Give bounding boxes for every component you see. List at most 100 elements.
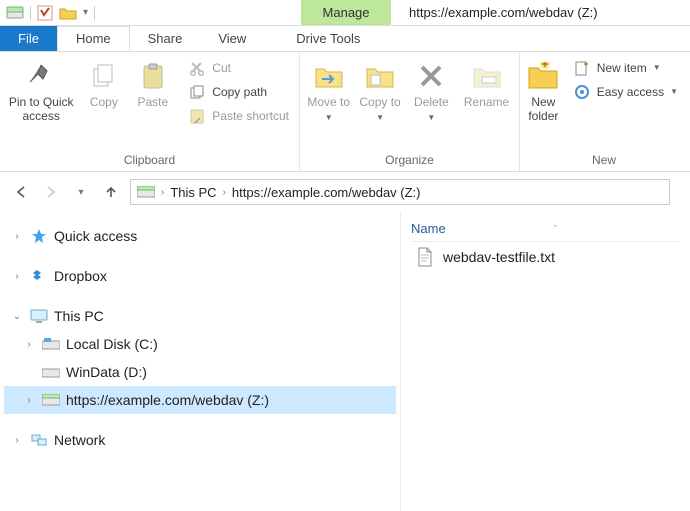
group-label-new: New xyxy=(526,151,682,171)
chevron-right-icon[interactable]: › xyxy=(22,393,36,407)
drive-icon xyxy=(6,6,24,20)
crumb-current[interactable]: https://example.com/webdav (Z:) xyxy=(232,185,421,200)
tree-dropbox[interactable]: › Dropbox xyxy=(4,262,396,290)
copy-icon xyxy=(88,60,120,92)
tree-label: Quick access xyxy=(54,228,137,244)
tree-network[interactable]: › Network xyxy=(4,426,396,454)
contextual-tab-manage[interactable]: Manage xyxy=(301,0,391,25)
new-folder-button[interactable]: New folder xyxy=(526,56,561,126)
rename-button[interactable]: Rename xyxy=(460,56,513,112)
new-folder-label: New folder xyxy=(526,96,561,124)
network-drive-icon xyxy=(42,391,60,409)
chevron-right-icon[interactable]: › xyxy=(10,269,24,283)
qat-properties-icon[interactable] xyxy=(37,5,53,21)
paste-button[interactable]: Paste xyxy=(131,56,174,112)
tab-home[interactable]: Home xyxy=(57,26,130,51)
disk-icon xyxy=(42,335,60,353)
tree-local-disk[interactable]: › Local Disk (C:) xyxy=(4,330,396,358)
pc-icon xyxy=(30,307,48,325)
qat-folder-icon[interactable] xyxy=(59,6,77,20)
pin-to-quick-access-button[interactable]: Pin to Quick access xyxy=(6,56,76,126)
column-header-name[interactable]: Name ˆ xyxy=(411,216,680,242)
tree-label: This PC xyxy=(54,308,104,324)
ribbon-group-clipboard: Pin to Quick access Copy Paste xyxy=(0,52,300,171)
easy-access-label: Easy access xyxy=(597,85,664,99)
qat-separator xyxy=(94,6,95,20)
move-to-label: Move to xyxy=(307,95,350,109)
chevron-down-icon[interactable]: ⌄ xyxy=(10,309,24,323)
chevron-right-icon[interactable]: › xyxy=(10,433,24,447)
disk-icon xyxy=(42,363,60,381)
copy-path-button[interactable]: Copy path xyxy=(184,82,293,102)
move-to-button[interactable]: Move to ▼ xyxy=(306,56,351,126)
pin-label: Pin to Quick access xyxy=(6,96,76,124)
qat-separator xyxy=(30,6,31,20)
paste-shortcut-label: Paste shortcut xyxy=(212,109,289,123)
cut-button[interactable]: Cut xyxy=(184,58,293,78)
tree-label: Local Disk (C:) xyxy=(66,336,158,352)
text-file-icon xyxy=(417,247,433,267)
sort-indicator-icon: ˆ xyxy=(554,224,557,234)
tab-file[interactable]: File xyxy=(0,26,57,51)
tree-webdav-drive[interactable]: › https://example.com/webdav (Z:) xyxy=(4,386,396,414)
ribbon-tabstrip: File Home Share View Drive Tools xyxy=(0,26,690,52)
pin-icon xyxy=(25,60,57,92)
ribbon-group-new: New folder New item ▼ Easy access ▼ xyxy=(520,52,688,171)
drive-icon xyxy=(137,186,155,198)
crumb-this-pc[interactable]: This PC xyxy=(170,185,216,200)
file-row[interactable]: webdav-testfile.txt xyxy=(411,242,680,272)
network-icon xyxy=(30,431,48,449)
move-to-icon xyxy=(313,60,345,92)
copy-to-button[interactable]: Copy to ▼ xyxy=(357,56,402,126)
copy-to-icon xyxy=(364,60,396,92)
breadcrumb[interactable]: › This PC › https://example.com/webdav (… xyxy=(130,179,670,205)
tree-quick-access[interactable]: › Quick access xyxy=(4,222,396,250)
tree-windata[interactable]: WinData (D:) xyxy=(4,358,396,386)
tab-drive-tools[interactable]: Drive Tools xyxy=(278,26,378,51)
delete-icon xyxy=(415,60,447,92)
new-item-icon xyxy=(573,59,591,77)
tree-label: https://example.com/webdav (Z:) xyxy=(66,392,269,408)
copy-button[interactable]: Copy xyxy=(82,56,125,112)
paste-icon xyxy=(137,60,169,92)
nav-recent-button[interactable]: ▾ xyxy=(70,181,92,203)
easy-access-button[interactable]: Easy access ▼ xyxy=(569,82,682,102)
nav-forward-button[interactable] xyxy=(40,181,62,203)
address-bar: ▾ › This PC › https://example.com/webdav… xyxy=(0,172,690,212)
title-spacer xyxy=(101,0,301,25)
tree-this-pc[interactable]: ⌄ This PC xyxy=(4,302,396,330)
nav-back-button[interactable] xyxy=(10,181,32,203)
nav-up-button[interactable] xyxy=(100,181,122,203)
quick-access-toolbar: ▾ xyxy=(0,0,101,25)
main-area: › Quick access › Dropbox ⌄ This PC › Loc… xyxy=(0,212,690,511)
twisty-empty xyxy=(22,365,36,379)
dropbox-icon xyxy=(30,267,48,285)
chevron-right-icon[interactable]: › xyxy=(223,187,226,198)
new-folder-icon xyxy=(527,60,559,92)
easy-access-icon xyxy=(573,83,591,101)
paste-label: Paste xyxy=(137,96,168,110)
chevron-right-icon[interactable]: › xyxy=(22,337,36,351)
delete-button[interactable]: Delete▼ xyxy=(409,56,454,126)
tree-label: Dropbox xyxy=(54,268,107,284)
chevron-down-icon: ▼ xyxy=(670,87,678,96)
chevron-right-icon[interactable]: › xyxy=(161,187,164,198)
chevron-right-icon[interactable]: › xyxy=(10,229,24,243)
file-name: webdav-testfile.txt xyxy=(443,249,555,265)
qat-dropdown-icon[interactable]: ▾ xyxy=(83,7,88,18)
tab-view[interactable]: View xyxy=(200,26,264,51)
tree-label: WinData (D:) xyxy=(66,364,147,380)
cut-icon xyxy=(188,59,206,77)
cut-label: Cut xyxy=(212,61,231,75)
rename-icon xyxy=(471,60,503,92)
tab-share[interactable]: Share xyxy=(130,26,201,51)
delete-label: Delete xyxy=(414,95,449,109)
new-item-button[interactable]: New item ▼ xyxy=(569,58,682,78)
chevron-down-icon: ▼ xyxy=(325,113,333,122)
group-label-clipboard: Clipboard xyxy=(6,151,293,171)
navigation-pane: › Quick access › Dropbox ⌄ This PC › Loc… xyxy=(0,212,400,511)
group-label-organize: Organize xyxy=(306,151,513,171)
content-pane: Name ˆ webdav-testfile.txt xyxy=(400,212,690,511)
paste-shortcut-button[interactable]: Paste shortcut xyxy=(184,106,293,126)
ribbon-group-organize: Move to ▼ Copy to ▼ Delete▼ Rename xyxy=(300,52,520,171)
